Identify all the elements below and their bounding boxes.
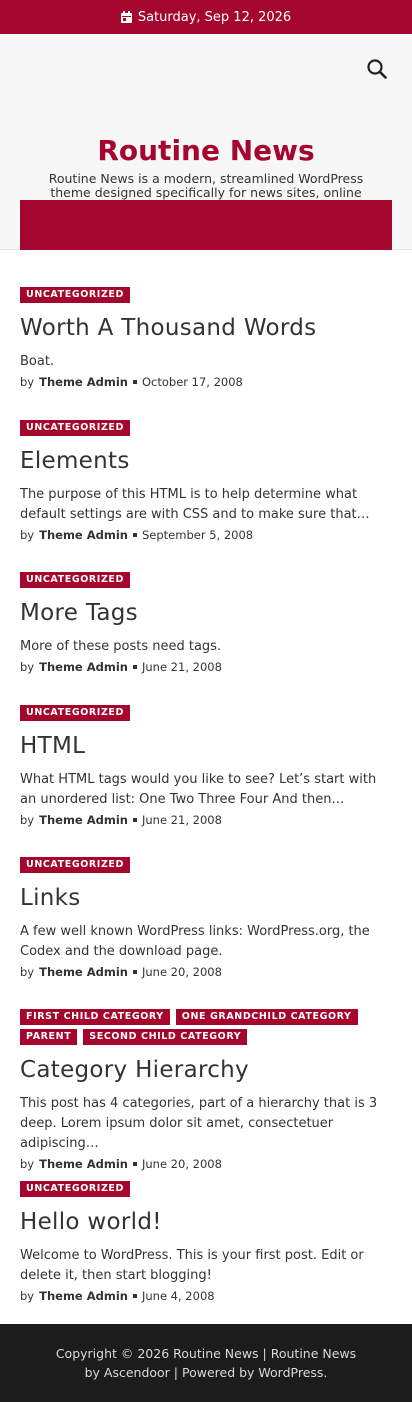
post-meta: by Theme Admin June 21, 2008 (20, 813, 392, 827)
footer-separator: | (169, 1365, 182, 1380)
meta-separator (132, 1294, 137, 1298)
current-date: Saturday, Sep 12, 2026 (137, 9, 292, 25)
post-excerpt: Welcome to WordPress. This is your first… (20, 1248, 364, 1283)
post-excerpt: A few well known WordPress links: WordPr… (20, 924, 370, 959)
by-label: by (20, 813, 35, 827)
post-date[interactable]: June 4, 2008 (142, 1289, 215, 1303)
footer-by-text: by (84, 1365, 104, 1380)
category-badge[interactable]: ONE GRANDCHILD CATEGORY (175, 1009, 358, 1025)
post-categories: UNCATEGORIZED (20, 572, 392, 588)
category-badge[interactable]: FIRST CHILD CATEGORY (20, 1009, 170, 1025)
post-author[interactable]: Theme Admin (39, 528, 128, 542)
post-excerpt: Boat. (20, 354, 55, 369)
category-badge[interactable]: UNCATEGORIZED (20, 287, 131, 303)
post-date[interactable]: October 17, 2008 (142, 375, 243, 389)
meta-separator (132, 1162, 137, 1166)
copyright-text: Copyright © 2026 Routine News | (55, 1346, 271, 1361)
post-categories: UNCATEGORIZED (20, 705, 392, 721)
meta-separator (132, 380, 137, 384)
post-excerpt: More of these posts need tags. (20, 639, 222, 654)
by-label: by (20, 965, 35, 979)
search-button[interactable] (366, 58, 388, 80)
meta-separator (132, 818, 137, 822)
post-title[interactable]: More Tags (20, 598, 392, 628)
search-icon (366, 59, 388, 84)
site-footer: Copyright © 2026 Routine News | Routine … (0, 1324, 412, 1402)
post-meta: by Theme Admin June 4, 2008 (20, 1289, 392, 1303)
category-badge[interactable]: UNCATEGORIZED (20, 572, 131, 588)
category-badge[interactable]: UNCATEGORIZED (20, 857, 131, 873)
post-meta: by Theme Admin June 21, 2008 (20, 660, 392, 674)
post-item: UNCATEGORIZED Hello world! Welcome to Wo… (20, 1181, 392, 1303)
post-date[interactable]: September 5, 2008 (142, 528, 253, 542)
site-header: Routine News Routine News is a modern, s… (0, 34, 412, 250)
footer-credits: Copyright © 2026 Routine News | Routine … (0, 1344, 412, 1382)
post-title[interactable]: HTML (20, 731, 392, 761)
site-title[interactable]: Routine News (0, 134, 412, 167)
post-date[interactable]: June 21, 2008 (142, 813, 222, 827)
footer-powered-link[interactable]: Powered by WordPress. (182, 1365, 327, 1380)
category-badge[interactable]: UNCATEGORIZED (20, 1181, 131, 1197)
post-title[interactable]: Elements (20, 446, 392, 476)
meta-separator (132, 665, 137, 669)
post-author[interactable]: Theme Admin (39, 1289, 128, 1303)
post-item: UNCATEGORIZED Links A few well known Wor… (20, 857, 392, 979)
post-item: UNCATEGORIZED Elements The purpose of th… (20, 420, 392, 542)
by-label: by (20, 660, 35, 674)
post-date[interactable]: June 21, 2008 (142, 660, 222, 674)
post-title[interactable]: Links (20, 883, 392, 913)
post-date[interactable]: June 20, 2008 (142, 965, 222, 979)
post-excerpt: What HTML tags would you like to see? Le… (20, 772, 377, 807)
footer-site-link[interactable]: Routine News (271, 1346, 356, 1361)
post-item: UNCATEGORIZED Worth A Thousand Words Boa… (20, 287, 392, 389)
category-badge[interactable]: SECOND CHILD CATEGORY (83, 1029, 248, 1045)
footer-author-link[interactable]: Ascendoor (104, 1365, 170, 1380)
post-meta: by Theme Admin June 20, 2008 (20, 965, 392, 979)
meta-separator (132, 970, 137, 974)
post-categories: UNCATEGORIZED (20, 1181, 392, 1197)
post-categories: UNCATEGORIZED (20, 857, 392, 873)
post-excerpt: The purpose of this HTML is to help dete… (20, 487, 370, 522)
category-badge[interactable]: PARENT (20, 1029, 78, 1045)
post-meta: by Theme Admin October 17, 2008 (20, 375, 392, 389)
post-item: UNCATEGORIZED HTML What HTML tags would … (20, 705, 392, 827)
post-excerpt: This post has 4 categories, part of a hi… (20, 1096, 378, 1151)
post-title[interactable]: Hello world! (20, 1207, 392, 1237)
post-title[interactable]: Worth A Thousand Words (20, 313, 392, 343)
by-label: by (20, 375, 35, 389)
category-badge[interactable]: UNCATEGORIZED (20, 705, 131, 721)
post-categories: UNCATEGORIZED (20, 287, 392, 303)
top-bar: Saturday, Sep 12, 2026 (0, 0, 412, 34)
post-author[interactable]: Theme Admin (39, 1157, 128, 1171)
post-title[interactable]: Category Hierarchy (20, 1055, 392, 1085)
post-author[interactable]: Theme Admin (39, 965, 128, 979)
post-item: UNCATEGORIZED More Tags More of these po… (20, 572, 392, 674)
post-date[interactable]: June 20, 2008 (142, 1157, 222, 1171)
category-badge[interactable]: UNCATEGORIZED (20, 420, 131, 436)
post-meta: by Theme Admin September 5, 2008 (20, 528, 392, 542)
post-categories: FIRST CHILD CATEGORY ONE GRANDCHILD CATE… (20, 1009, 392, 1045)
post-author[interactable]: Theme Admin (39, 375, 128, 389)
by-label: by (20, 528, 35, 542)
post-categories: UNCATEGORIZED (20, 420, 392, 436)
calendar-icon (120, 11, 132, 23)
post-item: FIRST CHILD CATEGORY ONE GRANDCHILD CATE… (20, 1009, 392, 1171)
by-label: by (20, 1289, 35, 1303)
meta-separator (132, 533, 137, 537)
post-meta: by Theme Admin June 20, 2008 (20, 1157, 392, 1171)
primary-nav-bar (20, 200, 392, 250)
post-author[interactable]: Theme Admin (39, 660, 128, 674)
post-author[interactable]: Theme Admin (39, 813, 128, 827)
by-label: by (20, 1157, 35, 1171)
